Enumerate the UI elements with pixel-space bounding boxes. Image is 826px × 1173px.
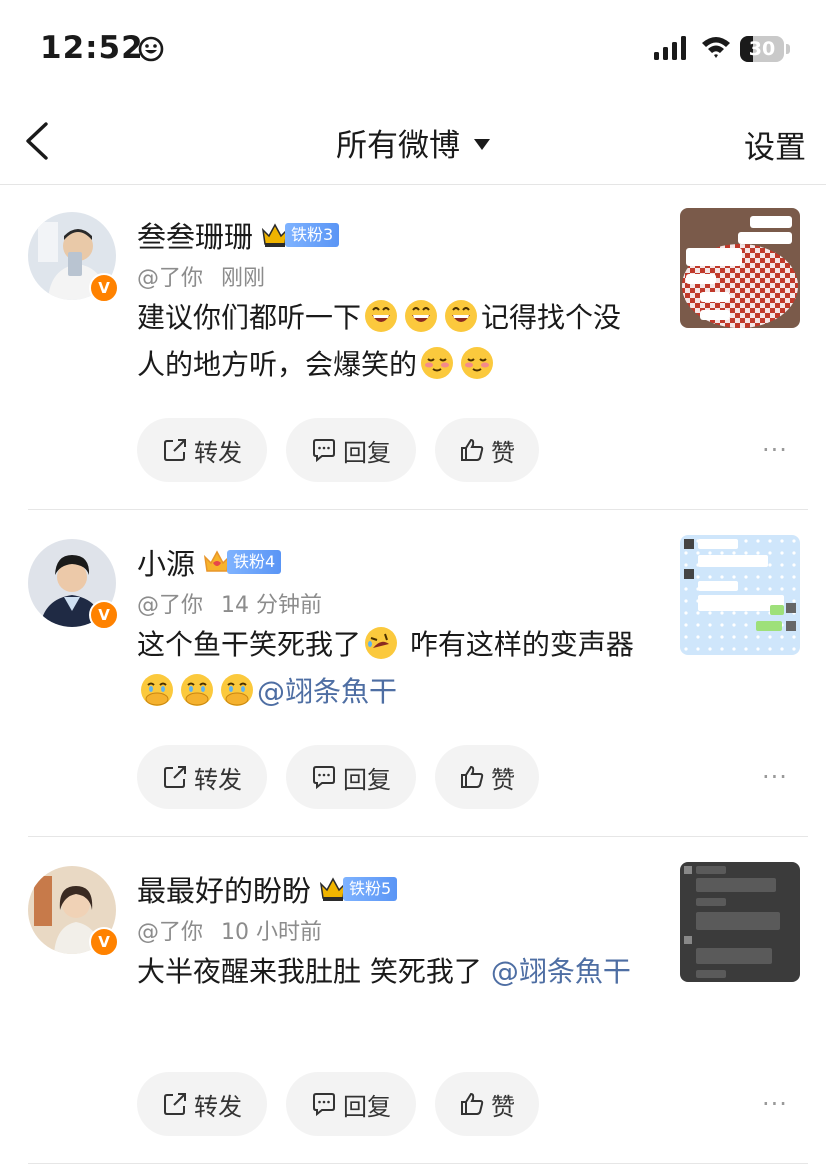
clock: 12:52	[40, 30, 144, 66]
grin-emoji-icon	[364, 299, 398, 333]
divider	[28, 509, 808, 510]
blush-emoji-icon	[460, 346, 494, 380]
divider	[28, 1163, 808, 1164]
wifi-icon	[702, 37, 730, 58]
dropdown-caret-icon	[474, 139, 490, 150]
cover-mouth-emoji-icon	[140, 673, 174, 707]
verified-badge-icon: V	[89, 600, 119, 630]
comment-item[interactable]: V 小源 铁粉4 @了你 14 分钟前 这个鱼干笑死我了 咋有这样的变声器@翊条魚…	[0, 511, 826, 837]
thumbs-up-icon	[459, 437, 485, 463]
cover-mouth-emoji-icon	[220, 673, 254, 707]
like-button[interactable]: 赞	[435, 418, 539, 482]
comment-text: 大半夜醒来我肚肚 笑死我了 @翊条魚干	[137, 955, 631, 988]
repost-button[interactable]: 转发	[137, 1072, 267, 1136]
mention-note: @了你	[137, 266, 204, 291]
like-button[interactable]: 赞	[435, 745, 539, 809]
mention-link[interactable]: @翊条魚干	[491, 955, 631, 988]
rofl-emoji-icon	[364, 626, 398, 660]
repost-button[interactable]: 转发	[137, 745, 267, 809]
repost-button[interactable]: 转发	[137, 418, 267, 482]
username[interactable]: 叁叁珊珊	[137, 214, 253, 256]
cover-mouth-emoji-icon	[180, 673, 214, 707]
thumbs-up-icon	[459, 1091, 485, 1117]
mention-note: @了你	[137, 920, 204, 945]
settings-button[interactable]: 设置	[744, 122, 806, 167]
username[interactable]: 最最好的盼盼	[137, 868, 311, 910]
post-thumbnail[interactable]	[680, 862, 800, 982]
more-options-button[interactable]: ···	[762, 436, 788, 464]
reply-button[interactable]: 回复	[286, 418, 416, 482]
comment-icon	[311, 437, 337, 463]
share-icon	[162, 1091, 188, 1117]
comment-text: 这个鱼干笑死我了 咋有这样的变声器@翊条魚干	[137, 626, 634, 708]
more-options-button[interactable]: ···	[762, 1090, 788, 1118]
blush-emoji-icon	[420, 346, 454, 380]
comment-icon	[311, 1091, 337, 1117]
timestamp: 10 小时前	[221, 920, 323, 945]
username[interactable]: 小源	[137, 541, 195, 583]
page-title: 所有微博	[336, 128, 460, 164]
fan-badge: 铁粉4	[227, 550, 282, 574]
timestamp: 刚刚	[221, 266, 266, 291]
mention-link[interactable]: @翊条魚干	[257, 675, 397, 708]
mention-note: @了你	[137, 593, 204, 618]
nav-bar: 所有微博 设置	[0, 100, 826, 185]
grin-emoji-icon	[404, 299, 438, 333]
grin-emoji-icon	[444, 299, 478, 333]
post-thumbnail[interactable]	[680, 535, 800, 655]
signal-icon	[654, 36, 686, 60]
comment-text: 建议你们都听一下 记得找个没人的地方听，会爆笑的	[137, 299, 622, 381]
comment-meta: @了你 10 小时前	[137, 914, 340, 946]
battery-indicator: 30	[740, 36, 790, 62]
comment-icon	[311, 764, 337, 790]
fan-badge: 铁粉3	[285, 223, 340, 247]
divider	[28, 836, 808, 837]
like-button[interactable]: 赞	[435, 1072, 539, 1136]
status-bar: 12:52 30	[0, 0, 826, 100]
more-options-button[interactable]: ···	[762, 763, 788, 791]
post-thumbnail[interactable]	[680, 208, 800, 328]
battery-level-text: 30	[748, 38, 776, 60]
comment-item[interactable]: V 叁叁珊珊 铁粉3 @了你 刚刚 建议你们都听一下 记得找个没人的地方听，会爆笑的…	[0, 184, 826, 510]
comment-item[interactable]: V 最最好的盼盼 铁粉5 @了你 10 小时前 大半夜醒来我肚肚 笑死我了 @翊条…	[0, 838, 826, 1173]
comment-meta: @了你 14 分钟前	[137, 587, 340, 619]
smiley-icon	[138, 36, 164, 62]
thumbs-up-icon	[459, 764, 485, 790]
reply-button[interactable]: 回复	[286, 745, 416, 809]
fan-badge: 铁粉5	[343, 877, 398, 901]
share-icon	[162, 764, 188, 790]
verified-badge-icon: V	[89, 273, 119, 303]
share-icon	[162, 437, 188, 463]
timestamp: 14 分钟前	[221, 593, 323, 618]
comment-meta: @了你 刚刚	[137, 260, 283, 292]
verified-badge-icon: V	[89, 927, 119, 957]
title-dropdown[interactable]: 所有微博	[0, 120, 826, 165]
reply-button[interactable]: 回复	[286, 1072, 416, 1136]
